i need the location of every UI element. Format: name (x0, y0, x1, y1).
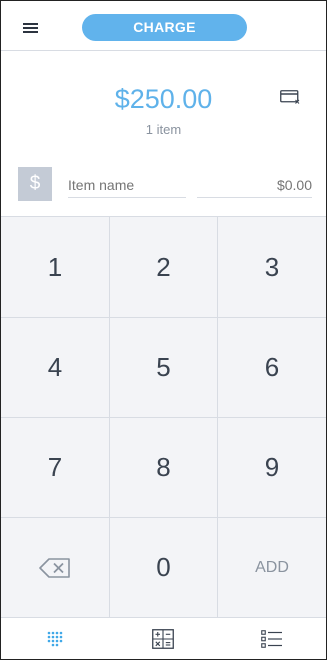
key-9[interactable]: 9 (218, 418, 326, 518)
header: CHARGE (1, 1, 326, 51)
tab-calculator[interactable] (109, 618, 217, 659)
item-count: 1 item (145, 122, 182, 137)
charge-button[interactable]: CHARGE (82, 14, 247, 41)
key-3[interactable]: 3 (218, 217, 326, 318)
key-0[interactable]: 0 (110, 518, 218, 618)
key-4[interactable]: 4 (1, 318, 110, 418)
backspace-icon (39, 557, 70, 578)
item-price-input[interactable] (197, 173, 312, 198)
sale-total: $250.00 (114, 84, 213, 114)
add-button[interactable]: ADD (218, 518, 326, 618)
backspace-key[interactable] (1, 518, 110, 618)
app-frame: CHARGE $250.00 1 item $ 1 2 3 4 5 6 7 8 … (0, 0, 327, 660)
list-icon (261, 629, 282, 648)
key-1[interactable]: 1 (1, 217, 110, 318)
item-name-input[interactable] (68, 173, 186, 198)
menu-icon[interactable] (23, 23, 38, 33)
calculator-icon (152, 628, 175, 649)
tab-keypad[interactable] (1, 618, 109, 659)
key-6[interactable]: 6 (218, 318, 326, 418)
bottom-nav (1, 618, 326, 659)
tab-list[interactable] (218, 618, 326, 659)
currency-badge: $ (18, 167, 52, 201)
key-7[interactable]: 7 (1, 418, 110, 518)
keypad-icon (47, 631, 63, 646)
key-5[interactable]: 5 (110, 318, 218, 418)
key-8[interactable]: 8 (110, 418, 218, 518)
card-icon[interactable] (280, 90, 300, 104)
key-2[interactable]: 2 (110, 217, 218, 318)
keypad: 1 2 3 4 5 6 7 8 9 0 ADD (1, 216, 326, 618)
